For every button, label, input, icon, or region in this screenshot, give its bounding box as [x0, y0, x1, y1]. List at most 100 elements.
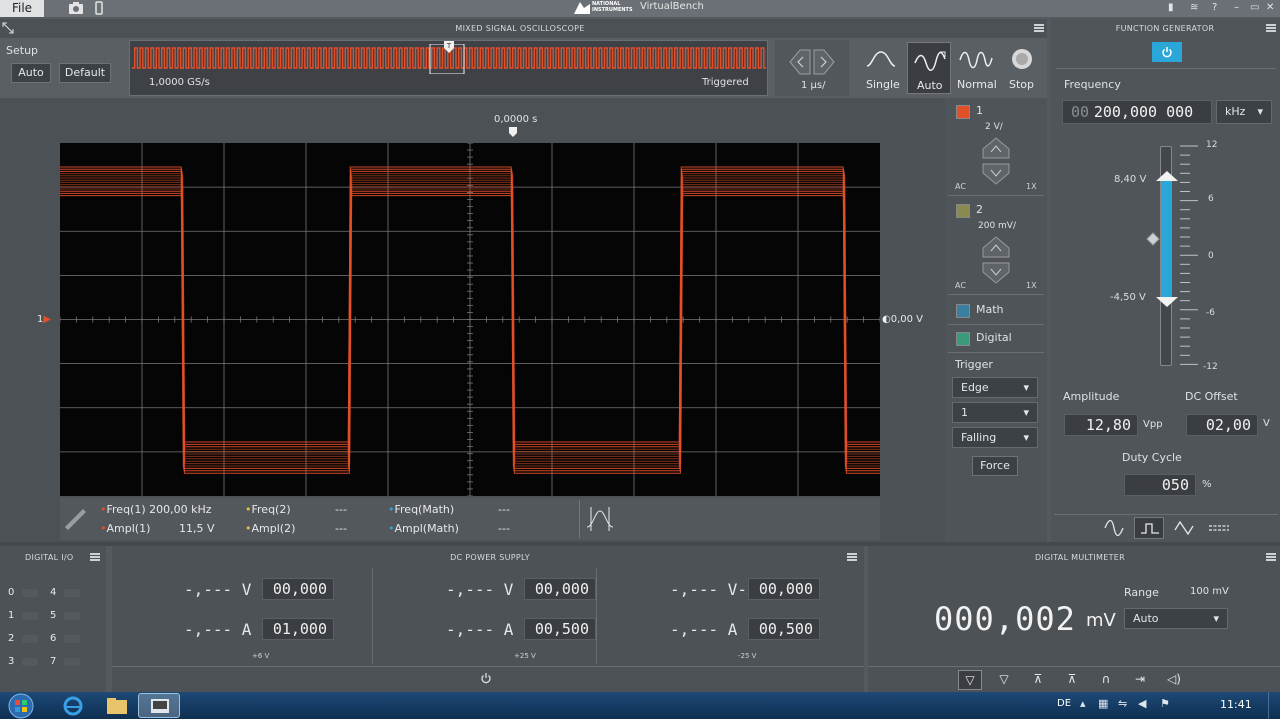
clock[interactable]: 11:41	[1220, 698, 1252, 711]
trigger-slope-select[interactable]: Falling	[952, 427, 1038, 448]
wifi-icon[interactable]: ≋	[1190, 2, 1198, 13]
network-icon[interactable]: ▦	[1098, 697, 1108, 710]
math-channel[interactable]: Math	[948, 298, 1044, 324]
ch1-scale-up-icon[interactable]	[982, 137, 1010, 159]
mode-auto[interactable]: Auto	[907, 42, 951, 94]
scope-display[interactable]	[60, 143, 880, 496]
offset-handle[interactable]	[1146, 232, 1160, 246]
fgen-menu-icon[interactable]	[1266, 24, 1276, 32]
usb-tray-icon[interactable]: ⇋	[1118, 697, 1127, 710]
restore-icon[interactable]: ▭	[1250, 2, 1259, 13]
trigger-source-select[interactable]: 1	[952, 402, 1038, 423]
dio-pin-6[interactable]: 6	[50, 631, 86, 647]
frequency-unit-select[interactable]: kHz	[1216, 100, 1272, 124]
ch1-scale-down-icon[interactable]	[982, 163, 1010, 185]
psu-voltage-setpoint[interactable]: 00,000	[262, 578, 334, 600]
fgen-power-button[interactable]	[1152, 42, 1182, 62]
psu-power-icon[interactable]	[480, 672, 492, 684]
trigger-type-select[interactable]: Edge	[952, 377, 1038, 398]
ch2-probe[interactable]: 1X	[1026, 281, 1037, 290]
ch2-swatch[interactable]	[956, 204, 970, 218]
dio-menu-icon[interactable]	[90, 553, 100, 561]
psu-current-setpoint[interactable]: 00,500	[748, 618, 820, 640]
dio-pin-3[interactable]: 3	[8, 654, 44, 670]
meas-freq1: •Freq(1) 200,00 kHz	[100, 503, 212, 516]
language-indicator[interactable]: DE	[1057, 698, 1071, 709]
ruler-icon[interactable]	[62, 506, 88, 532]
dio-pin-5[interactable]: 5	[50, 608, 86, 624]
minimize-icon[interactable]: –	[1234, 2, 1239, 13]
dmm-range-select[interactable]: Auto	[1124, 608, 1228, 629]
amplitude-field[interactable]: 12,80	[1064, 414, 1138, 436]
overview-trigger-marker[interactable]: T	[443, 40, 455, 54]
help-icon[interactable]: ?	[1212, 2, 1217, 13]
psu-menu-icon[interactable]	[847, 553, 857, 561]
speaker-icon[interactable]: ◀	[1138, 697, 1146, 710]
dc-voltage-icon[interactable]: ▽	[958, 670, 982, 690]
flag-icon[interactable]: ⚑	[1160, 697, 1170, 710]
dio-pin-2[interactable]: 2	[8, 631, 44, 647]
time-offset-marker[interactable]	[508, 126, 518, 138]
chart-icon[interactable]: ▮	[1168, 2, 1174, 13]
divider-4	[948, 352, 1044, 353]
ch1-coupling[interactable]: AC	[955, 182, 966, 191]
dmm-menu-icon[interactable]	[1266, 553, 1276, 561]
ac-voltage-icon[interactable]: ▽	[992, 670, 1016, 690]
scope-menu-icon[interactable]	[1034, 24, 1044, 32]
trigger-level-marker[interactable]: ◐0,00 V	[882, 314, 923, 325]
diode-icon[interactable]: ⇥	[1128, 670, 1152, 690]
timebase-increase-icon[interactable]	[813, 49, 835, 75]
frequency-field[interactable]: 00 200,000 000	[1062, 100, 1212, 124]
usb-icon[interactable]	[94, 1, 104, 15]
close-icon[interactable]: ✕	[1266, 2, 1274, 13]
ch2-scale-down-icon[interactable]	[982, 262, 1010, 284]
triangle-wave-icon[interactable]	[1174, 520, 1194, 536]
resistance-icon[interactable]: ∩	[1094, 670, 1118, 690]
show-desktop-button[interactable]	[1268, 692, 1280, 719]
tray-arrow-icon[interactable]: ▴	[1080, 697, 1086, 710]
cursor-icon[interactable]	[585, 505, 615, 533]
explorer-icon[interactable]	[106, 696, 128, 716]
ac-current-icon[interactable]: ⊼	[1060, 670, 1084, 690]
default-setup-button[interactable]: Default	[59, 63, 111, 83]
dio-pin-7[interactable]: 7	[50, 654, 86, 670]
dio-pin-1[interactable]: 1	[8, 608, 44, 624]
sine-wave-icon[interactable]	[1104, 520, 1124, 536]
mode-stop[interactable]: Stop	[1003, 42, 1043, 94]
dio-pin-label: 4	[50, 587, 57, 598]
ch1-probe[interactable]: 1X	[1026, 182, 1037, 191]
psu-current-setpoint[interactable]: 00,500	[524, 618, 596, 640]
mode-normal[interactable]: Normal	[955, 42, 999, 94]
virtualbench-task-button[interactable]	[138, 693, 180, 718]
dc-current-icon[interactable]: ⊼	[1026, 670, 1050, 690]
psu-current-setpoint[interactable]: 01,000	[262, 618, 334, 640]
dio-pin-4[interactable]: 4	[50, 585, 86, 601]
square-wave-button[interactable]	[1134, 517, 1164, 539]
meas-amplmath: •Ampl(Math)	[388, 522, 459, 535]
offset-field[interactable]: 02,00	[1186, 414, 1258, 436]
timebase-decrease-icon[interactable]	[789, 49, 811, 75]
expand-icon[interactable]	[2, 22, 14, 34]
ch2-coupling[interactable]: AC	[955, 281, 966, 290]
start-button[interactable]	[4, 692, 38, 719]
sample-rate: 1,0000 GS/s	[149, 77, 210, 88]
dmm-unit: mV	[1086, 610, 1116, 631]
duty-field[interactable]: 050	[1124, 474, 1196, 496]
digital-channel[interactable]: Digital	[948, 326, 1044, 352]
auto-setup-button[interactable]: Auto	[11, 63, 51, 83]
dio-pin-0[interactable]: 0	[8, 585, 44, 601]
ch1-swatch[interactable]	[956, 105, 970, 119]
ch2-scale-up-icon[interactable]	[982, 236, 1010, 258]
dio-pin-indicator	[22, 658, 38, 666]
camera-icon[interactable]	[68, 1, 84, 15]
psu-voltage-setpoint[interactable]: 00,000	[524, 578, 596, 600]
mode-single[interactable]: Single	[860, 42, 902, 94]
file-menu[interactable]: File	[0, 0, 44, 17]
ch1-marker[interactable]: 1▶	[37, 314, 51, 325]
continuity-icon[interactable]: ◁)	[1162, 670, 1186, 690]
dc-wave-icon[interactable]	[1208, 520, 1230, 536]
force-trigger-button[interactable]: Force	[972, 456, 1018, 476]
meas-ampl1-value: 11,5 V	[179, 522, 215, 535]
ie-icon[interactable]	[62, 695, 84, 717]
psu-voltage-setpoint[interactable]: 00,000	[748, 578, 820, 600]
